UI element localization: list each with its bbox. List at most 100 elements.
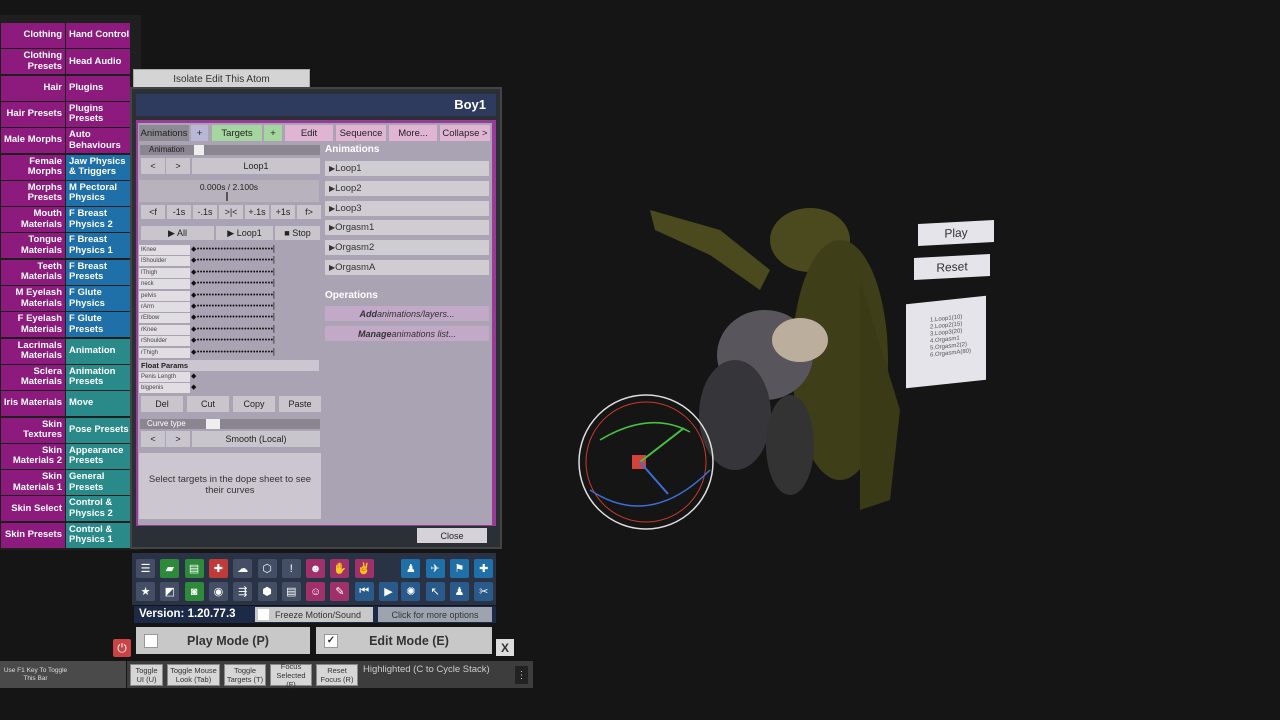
person-settings-icon[interactable]: ☻ bbox=[306, 559, 326, 578]
tab-15-left[interactable]: Skin Textures bbox=[1, 417, 65, 443]
tab-1-right[interactable]: Head Audio bbox=[66, 49, 130, 75]
target-keyframes-7[interactable]: ◆••••••••••••••••••••••••••▏ bbox=[191, 325, 314, 335]
collapse-button[interactable]: Collapse > bbox=[440, 125, 490, 141]
tab-7-right[interactable]: F Breast Physics 2 bbox=[66, 207, 130, 233]
tab-targets-add[interactable]: + bbox=[264, 125, 282, 141]
tab-13-left[interactable]: Sclera Materials bbox=[1, 364, 65, 390]
bottom-button-4[interactable]: Reset Focus (R) bbox=[316, 664, 358, 686]
curve-next-button[interactable]: > bbox=[166, 431, 190, 447]
tab-17-right[interactable]: General Presets bbox=[66, 470, 130, 496]
tab-16-left[interactable]: Skin Materials 2 bbox=[1, 443, 65, 469]
wand-icon[interactable]: ✎ bbox=[330, 582, 350, 601]
close-button[interactable]: Close bbox=[417, 528, 487, 543]
tab-19-left[interactable]: Skin Presets bbox=[1, 522, 65, 548]
animation-item-5[interactable]: ▶ OrgasmA bbox=[325, 260, 489, 275]
scene-animation-list[interactable]: 1.Loop1(10) 2.Loop2(15) 3.Loop3(20) 4.Orgas… bbox=[906, 295, 986, 389]
scene-open-icon[interactable]: ▰ bbox=[160, 559, 180, 578]
freeze-toggle[interactable]: Freeze Motion/Sound bbox=[255, 607, 373, 622]
more-options-button[interactable]: Click for more options bbox=[378, 607, 492, 622]
play-loop-button[interactable]: ▶ Loop1 bbox=[216, 226, 273, 240]
image-icon[interactable]: ◩ bbox=[160, 582, 180, 601]
target-keyframes-1[interactable]: ◆••••••••••••••••••••••••••▏ bbox=[191, 256, 314, 266]
float-param-keyframes-0[interactable]: ◆ bbox=[191, 372, 314, 382]
target-keyframes-6[interactable]: ◆••••••••••••••••••••••••••▏ bbox=[191, 313, 314, 323]
plus-icon[interactable]: ✚ bbox=[474, 559, 494, 578]
target-keyframes-3[interactable]: ◆••••••••••••••••••••••••••▏ bbox=[191, 279, 314, 289]
tab-7-left[interactable]: Mouth Materials bbox=[1, 207, 65, 233]
prev-animation-button[interactable]: < bbox=[141, 158, 165, 174]
rotation-gizmo[interactable] bbox=[578, 394, 714, 530]
bottom-button-0[interactable]: Toggle UI (U) bbox=[130, 664, 163, 686]
tab-6-left[interactable]: Morphs Presets bbox=[1, 180, 65, 206]
freeze-checkbox[interactable] bbox=[258, 609, 269, 620]
add-atom-icon[interactable]: ✚ bbox=[208, 559, 228, 578]
tab-18-left[interactable]: Skin Select bbox=[1, 496, 65, 522]
tab-12-left[interactable]: Lacrimals Materials bbox=[1, 338, 65, 364]
play-all-button[interactable]: ▶ All bbox=[141, 226, 214, 240]
manage-animations-button[interactable]: Manage animations list... bbox=[325, 326, 489, 341]
step-button-5[interactable]: +1s bbox=[271, 205, 295, 219]
tab-8-left[interactable]: Tongue Materials bbox=[1, 233, 65, 259]
animation-item-3[interactable]: ▶ Orgasm1 bbox=[325, 220, 489, 236]
tab-6-right[interactable]: M Pectoral Physics bbox=[66, 180, 130, 206]
animation-item-0[interactable]: ▶ Loop1 bbox=[325, 161, 489, 176]
tab-19-right[interactable]: Control & Physics 1 bbox=[66, 522, 130, 548]
animation-item-4[interactable]: ▶ Orgasm2 bbox=[325, 240, 489, 256]
tab-5-right[interactable]: Jaw Physics & Triggers bbox=[66, 154, 130, 180]
step-button-1[interactable]: -1s bbox=[167, 205, 191, 219]
step-button-3[interactable]: >|< bbox=[219, 205, 243, 219]
tab-more[interactable]: More... bbox=[389, 125, 437, 141]
flag-icon[interactable]: ⚑ bbox=[449, 559, 469, 578]
step-button-4[interactable]: +.1s bbox=[245, 205, 269, 219]
edit-button-cut[interactable]: Cut bbox=[187, 396, 229, 412]
tab-14-right[interactable]: Move bbox=[66, 391, 130, 417]
tab-3-left[interactable]: Hair Presets bbox=[1, 101, 65, 127]
tab-targets[interactable]: Targets bbox=[212, 125, 262, 141]
tab-1-left[interactable]: Clothing Presets bbox=[1, 49, 65, 75]
tab-11-left[interactable]: F Eyelash Materials bbox=[1, 312, 65, 338]
power-icon[interactable]: ⏻ bbox=[113, 639, 131, 657]
tab-4-right[interactable]: Auto Behaviours bbox=[66, 128, 130, 154]
tab-15-right[interactable]: Pose Presets bbox=[66, 417, 130, 443]
tab-14-left[interactable]: Iris Materials bbox=[1, 391, 65, 417]
float-param-keyframes-1[interactable]: ◆ bbox=[191, 383, 314, 393]
menu-icon[interactable]: ☰ bbox=[136, 559, 155, 578]
tab-10-right[interactable]: F Glute Physics bbox=[66, 286, 130, 311]
tab-16-right[interactable]: Appearance Presets bbox=[66, 443, 130, 469]
person-icon[interactable]: ♟ bbox=[401, 559, 421, 578]
star-icon[interactable]: ★ bbox=[136, 582, 155, 601]
next-animation-button[interactable]: > bbox=[166, 158, 190, 174]
hand-icon[interactable]: ✋ bbox=[330, 559, 350, 578]
tools-icon[interactable]: ✂ bbox=[474, 582, 494, 601]
tab-3-right[interactable]: Plugins Presets bbox=[66, 101, 130, 127]
tab-10-left[interactable]: M Eyelash Materials bbox=[1, 286, 65, 311]
edit-button-del[interactable]: Del bbox=[141, 396, 183, 412]
curve-prev-button[interactable]: < bbox=[141, 431, 165, 447]
edit-button-copy[interactable]: Copy bbox=[233, 396, 275, 412]
play-icon[interactable]: ▶ bbox=[379, 582, 398, 601]
camera-icon[interactable]: ◉ bbox=[208, 582, 228, 601]
curve-type-handle[interactable] bbox=[206, 419, 220, 429]
target-icon[interactable]: ✺ bbox=[401, 582, 421, 601]
tab-5-left[interactable]: Female Morphs bbox=[1, 154, 65, 180]
scene-reset-button[interactable]: Reset bbox=[914, 254, 990, 280]
bottom-button-3[interactable]: Focus Selected (F) bbox=[270, 662, 312, 689]
tab-sequence[interactable]: Sequence bbox=[336, 125, 386, 141]
stop-button[interactable]: ■ Stop bbox=[275, 226, 320, 240]
gesture-icon[interactable]: ✌ bbox=[354, 559, 374, 578]
add-animations-button[interactable]: Add animations/layers... bbox=[325, 306, 489, 321]
send-icon[interactable]: ✈ bbox=[425, 559, 445, 578]
step-button-2[interactable]: -.1s bbox=[193, 205, 217, 219]
tab-0-right[interactable]: Hand Control bbox=[66, 23, 130, 48]
target-keyframes-2[interactable]: ◆••••••••••••••••••••••••••▏ bbox=[191, 268, 314, 278]
tab-17-left[interactable]: Skin Materials 1 bbox=[1, 470, 65, 496]
pointer-icon[interactable]: ↖ bbox=[425, 582, 445, 601]
person-edit-icon[interactable]: ☺ bbox=[306, 582, 326, 601]
tab-edit[interactable]: Edit bbox=[285, 125, 333, 141]
animation-item-2[interactable]: ▶ Loop3 bbox=[325, 200, 489, 216]
animation-item-1[interactable]: ▶ Loop2 bbox=[325, 180, 489, 196]
tab-13-right[interactable]: Animation Presets bbox=[66, 364, 130, 390]
animation-select[interactable]: Loop1 bbox=[192, 158, 320, 174]
step-button-0[interactable]: <f bbox=[141, 205, 165, 219]
document-icon[interactable]: ▤ bbox=[281, 582, 301, 601]
